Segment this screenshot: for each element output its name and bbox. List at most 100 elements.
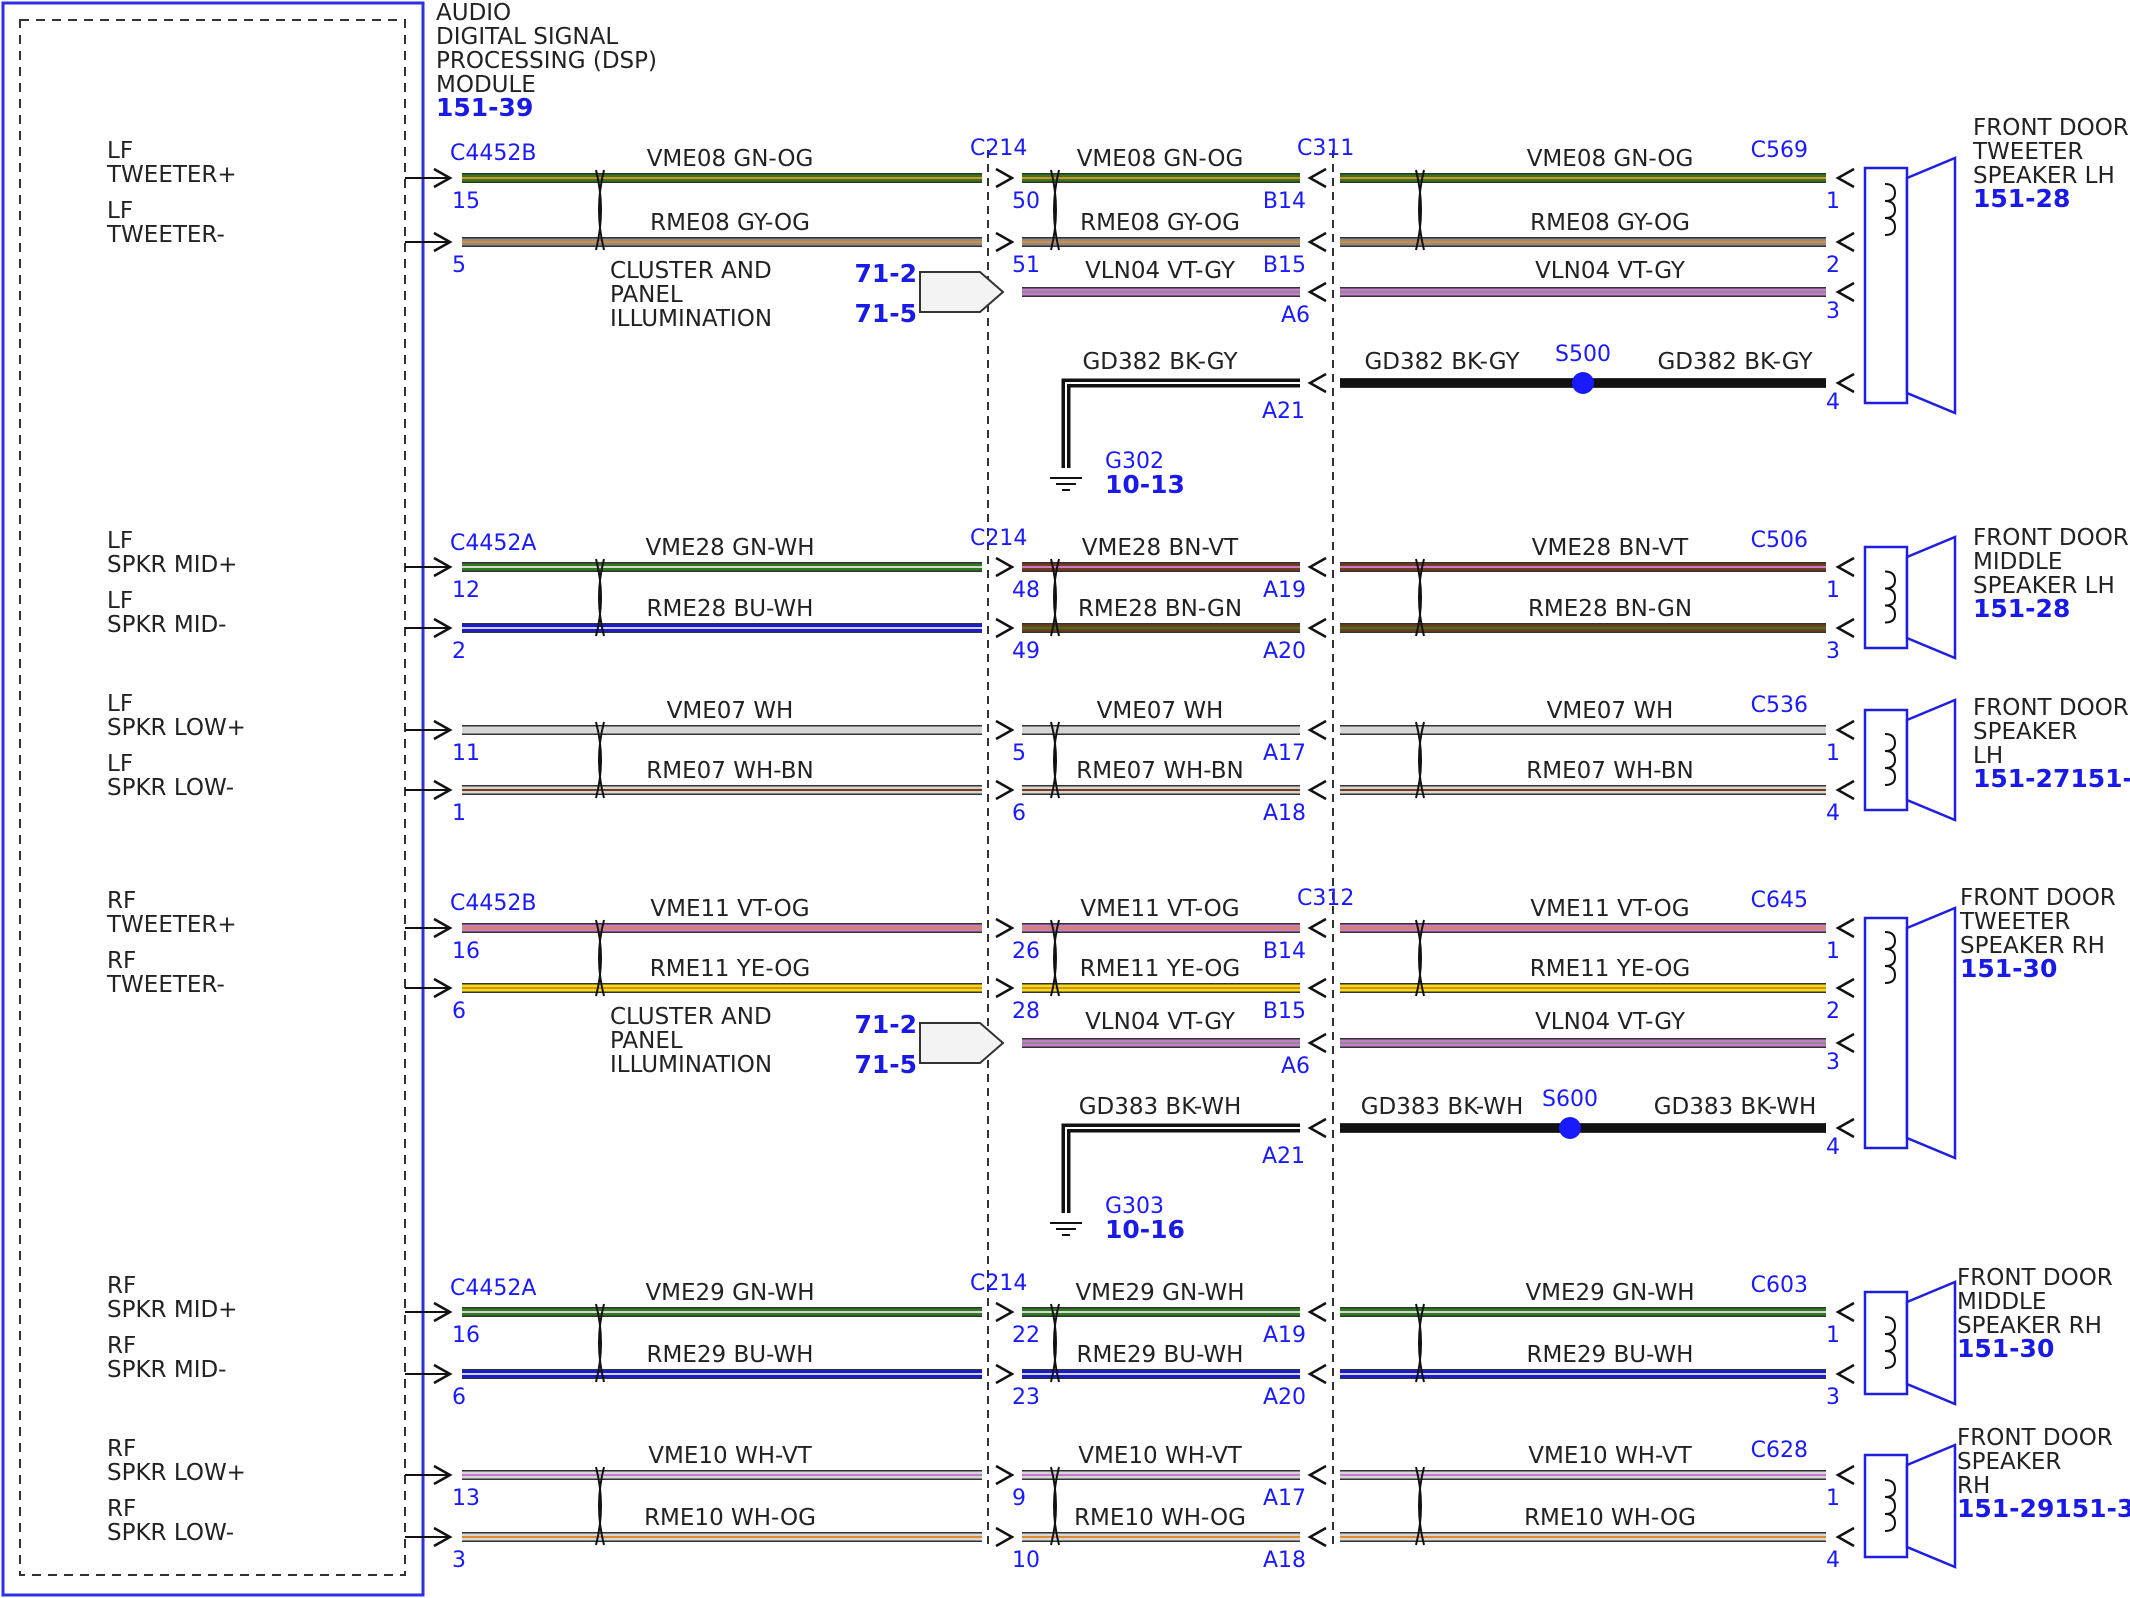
device-name: MIDDLE xyxy=(1973,549,2062,575)
pin-number: 3 xyxy=(1826,1385,1840,1410)
pin-label: SPKR MID- xyxy=(107,612,226,638)
pin-number: 48 xyxy=(1012,578,1040,603)
connector-device: C506 xyxy=(1751,528,1808,553)
pin-number: 51 xyxy=(1012,253,1040,278)
speaker-box xyxy=(1863,708,1909,812)
pin-number: 22 xyxy=(1012,1323,1040,1348)
pin-number: 2 xyxy=(1826,253,1840,278)
connector-device: C569 xyxy=(1751,138,1808,163)
pin-number: 4 xyxy=(1826,801,1840,826)
pin-number: 4 xyxy=(1826,390,1840,415)
connector-device: C628 xyxy=(1751,1438,1808,1463)
device-name: FRONT DOOR xyxy=(1957,1265,2113,1291)
pin-number: 28 xyxy=(1012,999,1040,1024)
pin-number: A20 xyxy=(1263,639,1306,664)
pin-label: RF xyxy=(107,888,136,914)
device-ref: 151-29151-30 xyxy=(1957,1494,2130,1523)
ground-ref: 10-16 xyxy=(1105,1215,1185,1244)
device-name: FRONT DOOR xyxy=(1973,695,2129,721)
pin-label: RF xyxy=(107,1333,136,1359)
wire-label: RME07 WH-BN xyxy=(1526,758,1693,784)
device-arrow xyxy=(1835,917,1855,939)
inline-arrow xyxy=(1307,556,1327,578)
pin-label: LF xyxy=(107,138,133,164)
wire-label: RME29 BU-WH xyxy=(647,1342,814,1368)
speaker-cone xyxy=(1905,156,1957,415)
pin-number: B15 xyxy=(1263,999,1306,1024)
wire-label: VME28 GN-WH xyxy=(645,535,814,561)
pin-number: 11 xyxy=(452,741,480,766)
module-title-line: AUDIO xyxy=(436,0,511,26)
device-arrow xyxy=(1835,1363,1855,1385)
illumination-ref: 71-2 xyxy=(854,259,917,288)
device-name: SPEAKER xyxy=(1973,719,2077,745)
speaker-cone xyxy=(1905,535,1957,660)
pin-number: A19 xyxy=(1263,1323,1306,1348)
c214-arrow xyxy=(995,1526,1015,1548)
inline-arrow xyxy=(1307,1363,1327,1385)
pin-label: RF xyxy=(107,1273,136,1299)
pin-number: A18 xyxy=(1263,801,1306,826)
wire-label: VME11 VT-OG xyxy=(650,896,809,922)
wire-label: RME10 WH-OG xyxy=(644,1505,816,1531)
pin-label: LF xyxy=(107,528,133,554)
device-name: TWEETER xyxy=(1959,909,2070,935)
splice-label: S600 xyxy=(1542,1087,1598,1112)
pin-number: 4 xyxy=(1826,1135,1840,1160)
device-name: FRONT DOOR xyxy=(1960,885,2116,911)
splice-dot xyxy=(1572,372,1594,394)
inline-arrow xyxy=(1307,617,1327,639)
ground-arrow xyxy=(1307,1117,1327,1139)
wire-label: GD382 BK-GY xyxy=(1082,349,1238,375)
pin-number: 12 xyxy=(452,578,480,603)
wire-arrow xyxy=(1307,1032,1327,1054)
pin-number: 3 xyxy=(1826,639,1840,664)
device-arrow xyxy=(1835,556,1855,578)
twist-note: PANEL xyxy=(610,282,683,308)
pin-number: 5 xyxy=(452,253,466,278)
pin-label: SPKR MID+ xyxy=(107,552,237,578)
pin-number: A21 xyxy=(1262,399,1305,424)
speaker-box xyxy=(1863,1453,1909,1559)
pin-number: A21 xyxy=(1262,1144,1305,1169)
device-arrow xyxy=(1835,281,1855,303)
pin-number: B15 xyxy=(1263,253,1306,278)
pin-label: SPKR LOW- xyxy=(107,1520,234,1546)
wire-label: GD382 BK-GY xyxy=(1657,349,1813,375)
wire-label: VME07 WH xyxy=(1097,698,1224,724)
wire-label: VLN04 VT-GY xyxy=(1535,1009,1686,1035)
device-arrow xyxy=(1835,1464,1855,1486)
pin-number: 2 xyxy=(1826,999,1840,1024)
wire-label: RME08 GY-OG xyxy=(1080,210,1240,236)
pin-number: B14 xyxy=(1263,939,1306,964)
device-arrow xyxy=(1835,1301,1855,1323)
pin-number: 16 xyxy=(452,939,480,964)
pin-number: 13 xyxy=(452,1486,480,1511)
twist-note: ILLUMINATION xyxy=(610,306,772,332)
device-name: TWEETER xyxy=(1972,139,2083,165)
connector-dsp: C4452A xyxy=(450,531,536,556)
pin-number: 6 xyxy=(452,1385,466,1410)
wire-label: RME11 YE-OG xyxy=(650,956,810,982)
connector-inline: C312 xyxy=(1297,886,1354,911)
device-name: SPEAKER xyxy=(1957,1449,2061,1475)
wire-label: VME10 WH-VT xyxy=(1528,1443,1692,1469)
pin-label: TWEETER- xyxy=(106,222,225,248)
speaker-cone xyxy=(1905,1280,1957,1406)
pin-label: SPKR LOW+ xyxy=(107,715,246,741)
pin-number: 15 xyxy=(452,189,480,214)
pin-label: SPKR LOW- xyxy=(107,775,234,801)
device-arrow xyxy=(1835,617,1855,639)
pin-number: 1 xyxy=(1826,1486,1840,1511)
device-ref: 151-27151-28 xyxy=(1973,764,2130,793)
device-ref: 151-30 xyxy=(1957,1334,2054,1363)
pin-label: RF xyxy=(107,1496,136,1522)
pin-number: 3 xyxy=(1826,1050,1840,1075)
pin-label: LF xyxy=(107,751,133,777)
pin-label: SPKR MID+ xyxy=(107,1297,237,1323)
pin-number: 26 xyxy=(1012,939,1040,964)
pin-number: 9 xyxy=(1012,1486,1026,1511)
wire-label: VME29 GN-WH xyxy=(1525,1280,1694,1306)
speaker-box xyxy=(1863,166,1909,405)
pin-number: B14 xyxy=(1263,189,1306,214)
